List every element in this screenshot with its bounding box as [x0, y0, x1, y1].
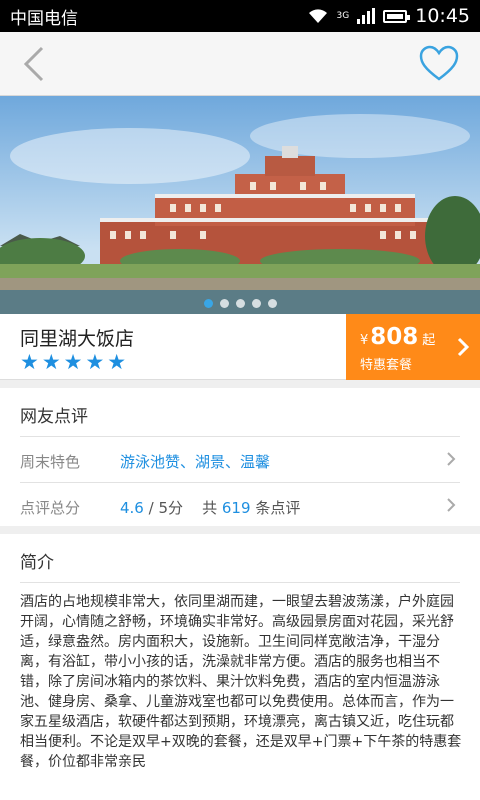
- currency-symbol: ¥: [360, 333, 369, 348]
- review-count-prefix: 共: [202, 499, 218, 517]
- carousel-indicator: [0, 299, 480, 308]
- intro-title: 简介: [20, 553, 54, 573]
- review-count: 619: [221, 499, 251, 517]
- divider: [20, 582, 460, 583]
- signal-icon: [357, 8, 376, 24]
- reviews-title: 网友点评: [20, 407, 88, 427]
- review-score-max: / 5分: [148, 499, 184, 517]
- weekend-features-row[interactable]: 周末特色 游泳池赞、湖景、温馨: [0, 438, 480, 482]
- special-package-button[interactable]: ¥ 808 起 特惠套餐: [346, 314, 480, 380]
- carousel-dot[interactable]: [235, 299, 245, 308]
- carousel-dot[interactable]: [251, 299, 261, 308]
- price-unit: 起: [422, 333, 436, 348]
- battery-icon: [383, 9, 411, 23]
- chevron-right-icon: [447, 498, 456, 512]
- hotel-info-bar: 同里湖大饭店 ★★★★★ ¥ 808 起 特惠套餐: [0, 314, 480, 380]
- heart-outline-icon: [419, 45, 459, 81]
- price-value: 808: [370, 324, 419, 350]
- chevron-left-icon: [23, 46, 44, 82]
- intro-text: 酒店的占地规模非常大，依同里湖而建，一眼望去碧波荡漾，户外庭园开阔，心情随之舒畅…: [20, 594, 462, 770]
- status-bar: 中国电信 3G 10:45: [0, 0, 480, 32]
- back-button[interactable]: [14, 44, 54, 84]
- carrier-label: 中国电信: [10, 8, 78, 29]
- chevron-right-icon: [457, 337, 470, 357]
- carousel-dot[interactable]: [267, 299, 277, 308]
- hotel-photo-carousel[interactable]: [0, 96, 480, 314]
- divider: [20, 482, 460, 483]
- review-score: 4.6: [120, 499, 144, 517]
- nav-bar: [0, 32, 480, 96]
- review-score-label: 点评总分: [20, 499, 81, 517]
- weekend-features-label: 周末特色: [20, 453, 81, 471]
- price: ¥ 808 起: [360, 324, 435, 350]
- package-label: 特惠套餐: [360, 358, 413, 373]
- star-rating: ★★★★★: [20, 350, 130, 374]
- reviews-section: 网友点评 周末特色 游泳池赞、湖景、温馨 点评总分 4.6 / 5分 共 619…: [0, 388, 480, 526]
- wifi-icon: [308, 9, 327, 23]
- review-score-row[interactable]: 点评总分 4.6 / 5分 共 619 条点评: [0, 484, 480, 528]
- hotel-photo: [0, 96, 480, 314]
- review-score-summary: 4.6 / 5分 共 619 条点评: [120, 497, 300, 518]
- weekend-features-value: 游泳池赞、湖景、温馨: [120, 453, 271, 471]
- status-icons: 3G 10:45: [307, 5, 470, 27]
- network-type-icon: 3G: [336, 10, 350, 21]
- divider: [20, 436, 460, 437]
- clock: 10:45: [415, 5, 470, 27]
- favorite-button[interactable]: [418, 44, 460, 84]
- intro-section: 简介 酒店的占地规模非常大，依同里湖而建，一眼望去碧波荡漾，户外庭园开阔，心情随…: [0, 534, 480, 800]
- carousel-dot[interactable]: [219, 299, 229, 308]
- chevron-right-icon: [447, 452, 456, 466]
- carousel-dot[interactable]: [203, 299, 213, 308]
- hotel-name: 同里湖大饭店: [20, 328, 135, 350]
- review-count-suffix: 条点评: [255, 499, 301, 517]
